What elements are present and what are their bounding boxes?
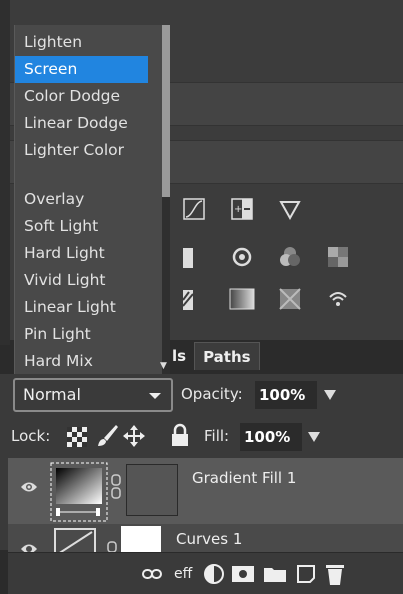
adjustments-row-3 (170, 282, 362, 316)
levels-adjustment-icon[interactable] (170, 240, 218, 274)
adjustment-layer-icon[interactable] (204, 563, 224, 585)
layer-link-chain-icon[interactable] (107, 540, 117, 552)
delete-layer-trash-icon[interactable] (326, 563, 344, 585)
tab-layers[interactable]: ls (168, 342, 194, 370)
blend-option-hard-mix[interactable]: Hard Mix (15, 348, 148, 375)
color-lookup-icon[interactable] (314, 240, 362, 274)
blend-option-lighter-color[interactable]: Lighter Color (15, 137, 148, 164)
blend-option-overlay[interactable]: Overlay (15, 186, 148, 213)
adjustments-row-1: + (170, 192, 314, 226)
blend-option-lighten[interactable]: Lighten (15, 29, 148, 56)
layer-effects-icon[interactable]: eff (174, 563, 192, 585)
opacity-input[interactable]: 100% (255, 381, 317, 409)
layer-row[interactable]: Curves 1 (8, 524, 403, 552)
svg-text:+: + (234, 204, 242, 215)
opacity-label: Opacity: (181, 385, 243, 403)
layer-link-chain-icon[interactable] (111, 474, 121, 504)
gradient-map-icon[interactable] (218, 282, 266, 316)
dropdown-scrollbar-thumb[interactable] (162, 25, 170, 197)
layer-mask-thumbnail[interactable] (121, 526, 161, 552)
link-layers-icon[interactable] (142, 563, 162, 585)
layer-name[interactable]: Gradient Fill 1 (192, 469, 296, 487)
blend-option-linear-dodge[interactable]: Linear Dodge (15, 110, 148, 137)
layers-bottom-toolbar: eff (8, 552, 403, 594)
blend-option-screen[interactable]: Screen (15, 56, 148, 83)
blend-mode-select[interactable]: Normal (13, 378, 173, 412)
lock-position-move-icon[interactable] (123, 425, 145, 447)
channel-mixer-icon[interactable] (266, 240, 314, 274)
lock-pixels-brush-icon[interactable] (96, 424, 118, 448)
blend-option-soft-light[interactable]: Soft Light (15, 213, 148, 240)
visibility-eye-icon[interactable] (20, 542, 38, 552)
curves-thumbnail[interactable] (54, 528, 96, 552)
fill-dropdown-icon[interactable] (308, 432, 320, 442)
add-mask-icon[interactable] (232, 563, 254, 585)
fill-label: Fill: (204, 427, 230, 445)
layer-name[interactable]: Curves 1 (176, 530, 242, 548)
posterize-icon[interactable] (170, 282, 218, 316)
blend-option-vivid-light[interactable]: Vivid Light (15, 267, 148, 294)
adjustments-row-2 (170, 240, 362, 274)
blend-mode-dropdown-list[interactable]: Lighten Screen Color Dodge Linear Dodge … (14, 25, 170, 375)
blend-option-color-dodge[interactable]: Color Dodge (15, 83, 148, 110)
scroll-down-arrow-icon[interactable]: ▼ (160, 361, 167, 371)
gradient-fill-thumbnail[interactable] (50, 462, 108, 522)
blend-option-pin-light[interactable]: Pin Light (15, 321, 148, 348)
lock-transparency-icon[interactable] (67, 427, 87, 447)
caret-down-icon (149, 393, 161, 399)
blend-option-hard-light[interactable]: Hard Light (15, 240, 148, 267)
hue-saturation-icon[interactable] (218, 240, 266, 274)
dropdown-scrollbar[interactable] (162, 25, 170, 374)
curves-adjustment-icon[interactable] (170, 192, 218, 226)
panel-left-edge (0, 0, 10, 345)
selective-color-icon[interactable] (266, 282, 314, 316)
fill-input[interactable]: 100% (240, 423, 302, 451)
lock-all-icon[interactable] (170, 423, 190, 447)
lock-label: Lock: (11, 427, 51, 445)
threshold-icon[interactable] (314, 282, 362, 316)
layer-row-selected[interactable]: Gradient Fill 1 (8, 458, 403, 524)
folder-icon[interactable] (264, 563, 286, 585)
visibility-eye-icon[interactable] (20, 480, 38, 498)
opacity-dropdown-icon[interactable] (324, 390, 336, 400)
layer-mask-thumbnail[interactable] (126, 464, 178, 516)
panel-tabs: ls Paths (168, 340, 260, 370)
exposure-adjustment-icon[interactable]: + (218, 192, 266, 226)
new-layer-icon[interactable] (296, 563, 316, 585)
blend-mode-value: Normal (23, 385, 81, 404)
lock-row (0, 416, 403, 456)
tab-paths[interactable]: Paths (194, 342, 260, 370)
gradient-map-triangle-icon[interactable] (266, 192, 314, 226)
blend-option-linear-light[interactable]: Linear Light (15, 294, 148, 321)
